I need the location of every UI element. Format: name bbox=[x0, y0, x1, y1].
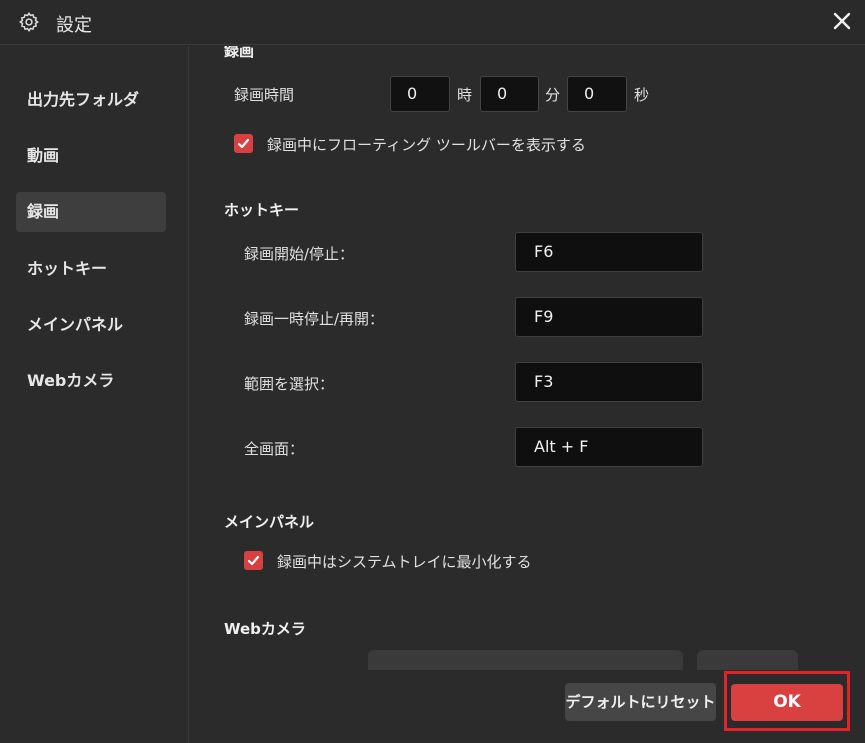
settings-content: 録画 録画時間 0 時 0 分 0 秒 録画中にフローティング ツールバーを表示… bbox=[190, 46, 865, 743]
hotkey-field-start-stop[interactable]: F6 bbox=[515, 232, 703, 272]
hotkeys-section-title: ホットキー bbox=[224, 201, 300, 219]
sidebar-item-webcam[interactable]: Webカメラ bbox=[16, 361, 166, 401]
hotkey-label-pause-resume: 録画一時停止/再開： bbox=[244, 310, 385, 328]
floating-toolbar-label: 録画中にフローティング ツールバーを表示する bbox=[267, 136, 586, 154]
sidebar-item-output-folder[interactable]: 出力先フォルダ bbox=[16, 80, 166, 120]
sidebar-item-main-panel[interactable]: メインパネル bbox=[16, 305, 166, 345]
recording-section-title: 録画 bbox=[224, 46, 255, 60]
seconds-unit: 秒 bbox=[634, 86, 650, 104]
sidebar-item-hotkeys[interactable]: ホットキー bbox=[16, 249, 166, 289]
webcam-settings-button[interactable] bbox=[697, 650, 798, 670]
seconds-input[interactable]: 0 bbox=[567, 76, 627, 112]
sidebar-item-recording[interactable]: 録画 bbox=[16, 192, 166, 232]
close-icon[interactable] bbox=[831, 10, 853, 32]
recording-time-label: 録画時間 bbox=[234, 86, 295, 104]
webcam-section-title: Webカメラ bbox=[224, 620, 306, 638]
minutes-unit: 分 bbox=[545, 86, 561, 104]
hotkey-field-fullscreen[interactable]: Alt + F bbox=[515, 427, 703, 467]
main-panel-section-title: メインパネル bbox=[224, 513, 315, 531]
window-title: 設定 bbox=[56, 15, 92, 36]
reset-defaults-button[interactable]: デフォルトにリセット bbox=[565, 683, 716, 721]
hotkey-label-fullscreen: 全画面： bbox=[244, 440, 305, 458]
hotkey-field-select-region[interactable]: F3 bbox=[515, 362, 703, 402]
webcam-device-select[interactable] bbox=[368, 650, 683, 670]
hours-input[interactable]: 0 bbox=[390, 76, 450, 112]
hotkey-field-pause-resume[interactable]: F9 bbox=[515, 297, 703, 337]
title-bar: 設定 bbox=[0, 0, 865, 45]
settings-sidebar: 出力先フォルダ 動画 録画 ホットキー メインパネル Webカメラ bbox=[0, 46, 189, 743]
minimize-to-tray-label: 録画中はシステムトレイに最小化する bbox=[277, 553, 532, 571]
minutes-input[interactable]: 0 bbox=[480, 76, 539, 112]
sidebar-item-video[interactable]: 動画 bbox=[16, 136, 166, 176]
hotkey-label-start-stop: 録画開始/停止： bbox=[244, 245, 355, 263]
ok-button[interactable]: OK bbox=[731, 684, 843, 721]
hotkey-label-select-region: 範囲を選択： bbox=[244, 375, 335, 393]
minimize-to-tray-checkbox[interactable] bbox=[244, 551, 263, 570]
hours-unit: 時 bbox=[457, 86, 473, 104]
floating-toolbar-checkbox[interactable] bbox=[234, 134, 253, 153]
gear-icon bbox=[18, 11, 40, 33]
